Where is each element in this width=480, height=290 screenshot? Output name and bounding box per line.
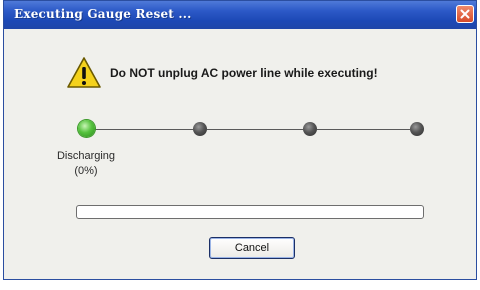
step-4-dot (410, 122, 424, 136)
current-step-name: Discharging (56, 150, 116, 162)
step-connector (207, 129, 303, 130)
cancel-button[interactable]: Cancel (209, 237, 295, 259)
current-step-label: Discharging (0%) (38, 149, 134, 179)
progress-bar (76, 205, 424, 219)
step-2-dot (193, 122, 207, 136)
window-title: Executing Gauge Reset ... (14, 7, 192, 21)
close-icon (460, 9, 470, 19)
step-3-dot (303, 122, 317, 136)
current-step-percent: (0%) (74, 165, 98, 177)
step-connector (317, 129, 410, 130)
step-connector (94, 129, 193, 130)
title-bar[interactable]: Executing Gauge Reset ... (4, 1, 476, 29)
close-button[interactable] (456, 5, 474, 23)
warning-icon (67, 57, 101, 88)
warning-message: Do NOT unplug AC power line while execut… (66, 55, 378, 91)
step-1-dot (78, 120, 95, 137)
dialog-window: Executing Gauge Reset ... Do NOT unplug … (3, 0, 477, 280)
warning-text: Do NOT unplug AC power line while execut… (110, 66, 378, 80)
